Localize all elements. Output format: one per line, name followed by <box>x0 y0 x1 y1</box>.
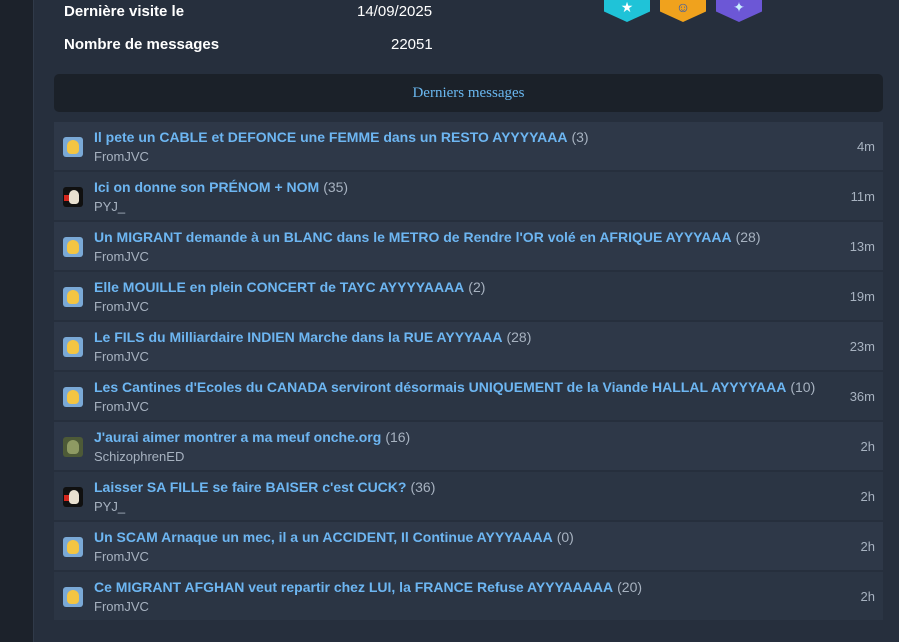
message-author[interactable]: FromJVC <box>94 549 149 564</box>
message-title-link[interactable]: J'aurai aimer montrer a ma meuf onche.or… <box>94 429 410 445</box>
message-author[interactable]: SchizophrenED <box>94 449 184 464</box>
message-row[interactable]: Ce MIGRANT AFGHAN veut repartir chez LUI… <box>54 572 883 620</box>
avatar-face <box>67 590 79 604</box>
message-title[interactable]: Un SCAM Arnaque un mec, il a un ACCIDENT… <box>94 529 553 545</box>
message-title-link[interactable]: Elle MOUILLE en plein CONCERT de TAYC AY… <box>94 279 485 295</box>
latest-messages-header: Derniers messages <box>54 74 883 112</box>
message-author[interactable]: FromJVC <box>94 249 149 264</box>
reply-count: (2) <box>468 279 486 295</box>
stat-message-count: Nombre de messages 22051 <box>64 34 444 56</box>
avatar[interactable] <box>63 337 83 357</box>
message-title-link[interactable]: Ici on donne son PRÉNOM + NOM (35) <box>94 179 348 195</box>
message-title-link[interactable]: Un MIGRANT demande à un BLANC dans le ME… <box>94 229 760 245</box>
message-title[interactable]: Un MIGRANT demande à un BLANC dans le ME… <box>94 229 732 245</box>
message-time: 2h <box>860 439 875 454</box>
message-row[interactable]: Un MIGRANT demande à un BLANC dans le ME… <box>54 222 883 270</box>
message-title[interactable]: Elle MOUILLE en plein CONCERT de TAYC AY… <box>94 279 464 295</box>
message-title-link[interactable]: Un SCAM Arnaque un mec, il a un ACCIDENT… <box>94 529 574 545</box>
avatar-face <box>69 190 79 204</box>
message-time: 2h <box>860 589 875 604</box>
avatar[interactable] <box>63 387 83 407</box>
avatar-mark <box>64 495 69 501</box>
stat-last-visit: Dernière visite le 14/09/2025 <box>64 1 444 23</box>
star-badge-icon[interactable]: ★ <box>604 0 650 22</box>
reply-count: (28) <box>735 229 761 245</box>
avatar-face <box>67 290 79 304</box>
reply-count: (20) <box>617 579 643 595</box>
message-row[interactable]: Le FILS du Milliardaire INDIEN Marche da… <box>54 322 883 370</box>
message-title-link[interactable]: Laisser SA FILLE se faire BAISER c'est C… <box>94 479 435 495</box>
reply-count: (28) <box>506 329 532 345</box>
message-row[interactable]: Un SCAM Arnaque un mec, il a un ACCIDENT… <box>54 522 883 570</box>
message-time: 4m <box>856 139 875 154</box>
reply-count: (10) <box>790 379 816 395</box>
message-time: 19m <box>849 289 875 304</box>
message-author[interactable]: FromJVC <box>94 299 149 314</box>
message-title[interactable]: Il pete un CABLE et DEFONCE une FEMME da… <box>94 129 567 145</box>
message-row[interactable]: Il pete un CABLE et DEFONCE une FEMME da… <box>54 122 883 170</box>
avatar[interactable] <box>63 487 83 507</box>
avatar-face <box>67 140 79 154</box>
message-time: 2h <box>860 489 875 504</box>
message-author[interactable]: PYJ_ <box>94 199 125 214</box>
message-row[interactable]: Les Cantines d'Ecoles du CANADA serviron… <box>54 372 883 420</box>
message-time: 11m <box>850 189 875 204</box>
avatar-face <box>67 340 79 354</box>
message-author[interactable]: FromJVC <box>94 349 149 364</box>
avatar-face <box>67 440 79 454</box>
message-time: 13m <box>849 239 875 254</box>
gem-badge-icon[interactable]: ✦ <box>716 0 762 22</box>
reply-count: (35) <box>323 179 349 195</box>
avatar-face <box>67 240 79 254</box>
message-row[interactable]: Laisser SA FILLE se faire BAISER c'est C… <box>54 472 883 520</box>
latest-messages-list: Il pete un CABLE et DEFONCE une FEMME da… <box>54 122 883 622</box>
reply-count: (3) <box>571 129 589 145</box>
message-title-link[interactable]: Il pete un CABLE et DEFONCE une FEMME da… <box>94 129 589 145</box>
message-author[interactable]: PYJ_ <box>94 499 125 514</box>
avatar[interactable] <box>63 537 83 557</box>
message-row[interactable]: Ici on donne son PRÉNOM + NOM (35) PYJ_ 11m <box>54 172 883 220</box>
smiley-badge-icon[interactable]: ☺ <box>660 0 706 22</box>
avatar-face <box>67 540 79 554</box>
message-title[interactable]: Ce MIGRANT AFGHAN veut repartir chez LUI… <box>94 579 613 595</box>
last-visit-value: 14/09/2025 <box>357 3 433 20</box>
left-rail <box>0 0 34 642</box>
reply-count: (0) <box>556 529 574 545</box>
message-count-value: 22051 <box>391 36 433 53</box>
message-time: 2h <box>860 539 875 554</box>
avatar-mark <box>64 195 69 201</box>
reply-count: (36) <box>410 479 436 495</box>
avatar[interactable] <box>63 187 83 207</box>
message-count-label: Nombre de messages <box>64 36 220 53</box>
message-time: 36m <box>849 389 875 404</box>
message-title[interactable]: Le FILS du Milliardaire INDIEN Marche da… <box>94 329 502 345</box>
message-title-link[interactable]: Les Cantines d'Ecoles du CANADA serviron… <box>94 379 815 395</box>
message-title-link[interactable]: Le FILS du Milliardaire INDIEN Marche da… <box>94 329 531 345</box>
message-title[interactable]: Ici on donne son PRÉNOM + NOM <box>94 179 319 195</box>
message-author[interactable]: FromJVC <box>94 399 149 414</box>
avatar[interactable] <box>63 137 83 157</box>
reply-count: (16) <box>385 429 411 445</box>
message-author[interactable]: FromJVC <box>94 599 149 614</box>
last-visit-label: Dernière visite le <box>64 3 185 20</box>
avatar-face <box>69 490 79 504</box>
avatar-face <box>67 390 79 404</box>
avatar[interactable] <box>63 437 83 457</box>
message-title-link[interactable]: Ce MIGRANT AFGHAN veut repartir chez LUI… <box>94 579 642 595</box>
profile-main: Dernière visite le 14/09/2025 Nombre de … <box>34 0 899 642</box>
message-row[interactable]: Elle MOUILLE en plein CONCERT de TAYC AY… <box>54 272 883 320</box>
avatar[interactable] <box>63 287 83 307</box>
message-title[interactable]: Laisser SA FILLE se faire BAISER c'est C… <box>94 479 406 495</box>
message-time: 23m <box>849 339 875 354</box>
avatar[interactable] <box>63 587 83 607</box>
message-title[interactable]: Les Cantines d'Ecoles du CANADA serviron… <box>94 379 786 395</box>
badge-list: ★ ☺ ✦ <box>604 0 774 22</box>
message-row[interactable]: J'aurai aimer montrer a ma meuf onche.or… <box>54 422 883 470</box>
message-title[interactable]: J'aurai aimer montrer a ma meuf onche.or… <box>94 429 381 445</box>
message-author[interactable]: FromJVC <box>94 149 149 164</box>
avatar[interactable] <box>63 237 83 257</box>
